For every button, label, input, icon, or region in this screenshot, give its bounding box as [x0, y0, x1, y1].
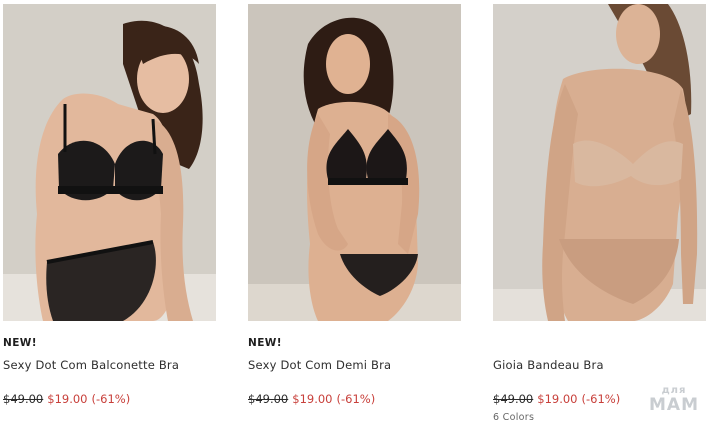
product-grid: NEW! Sexy Dot Com Balconette Bra $49.00 $… [0, 0, 710, 423]
product-card[interactable]: NEW! Sexy Dot Com Demi Bra $49.00 $19.00(… [248, 4, 461, 406]
sale-price: $19.00 [292, 392, 333, 406]
product-title[interactable]: Sexy Dot Com Balconette Bra [3, 358, 179, 372]
product-card[interactable]: NEW! Sexy Dot Com Balconette Bra $49.00 $… [3, 4, 216, 406]
original-price: $49.00 [493, 392, 534, 406]
product-image[interactable] [248, 4, 461, 321]
product-title[interactable]: Gioia Bandeau Bra [493, 358, 604, 372]
product-card[interactable]: Gioia Bandeau Bra $49.00 $19.00 (-61%) 6 C… [493, 4, 706, 423]
sale-price: $19.00 [537, 392, 578, 406]
product-title[interactable]: Sexy Dot Com Demi Bra [248, 358, 391, 372]
product-badge: NEW! [248, 337, 282, 349]
product-badge: NEW! [3, 337, 37, 349]
watermark-logo: для МАМ [648, 386, 700, 415]
original-price: $49.00 [3, 392, 44, 406]
watermark-line2: МАМ [649, 395, 699, 415]
original-price: $49.00 [248, 392, 289, 406]
product-price: $49.00 $19.00 (-61%) [493, 392, 620, 406]
discount-label: (-61%) [336, 392, 376, 406]
product-image[interactable] [3, 4, 216, 321]
color-count[interactable]: 6 Colors [493, 412, 534, 423]
sale-price: $19.00 [47, 392, 88, 406]
discount-label: (-61%) [581, 392, 621, 406]
product-price: $49.00 $19.00 (-61%) [248, 392, 375, 406]
product-image[interactable] [493, 4, 706, 321]
product-price: $49.00 $19.00 (-61%) [3, 392, 130, 406]
discount-label: (-61%) [91, 392, 131, 406]
